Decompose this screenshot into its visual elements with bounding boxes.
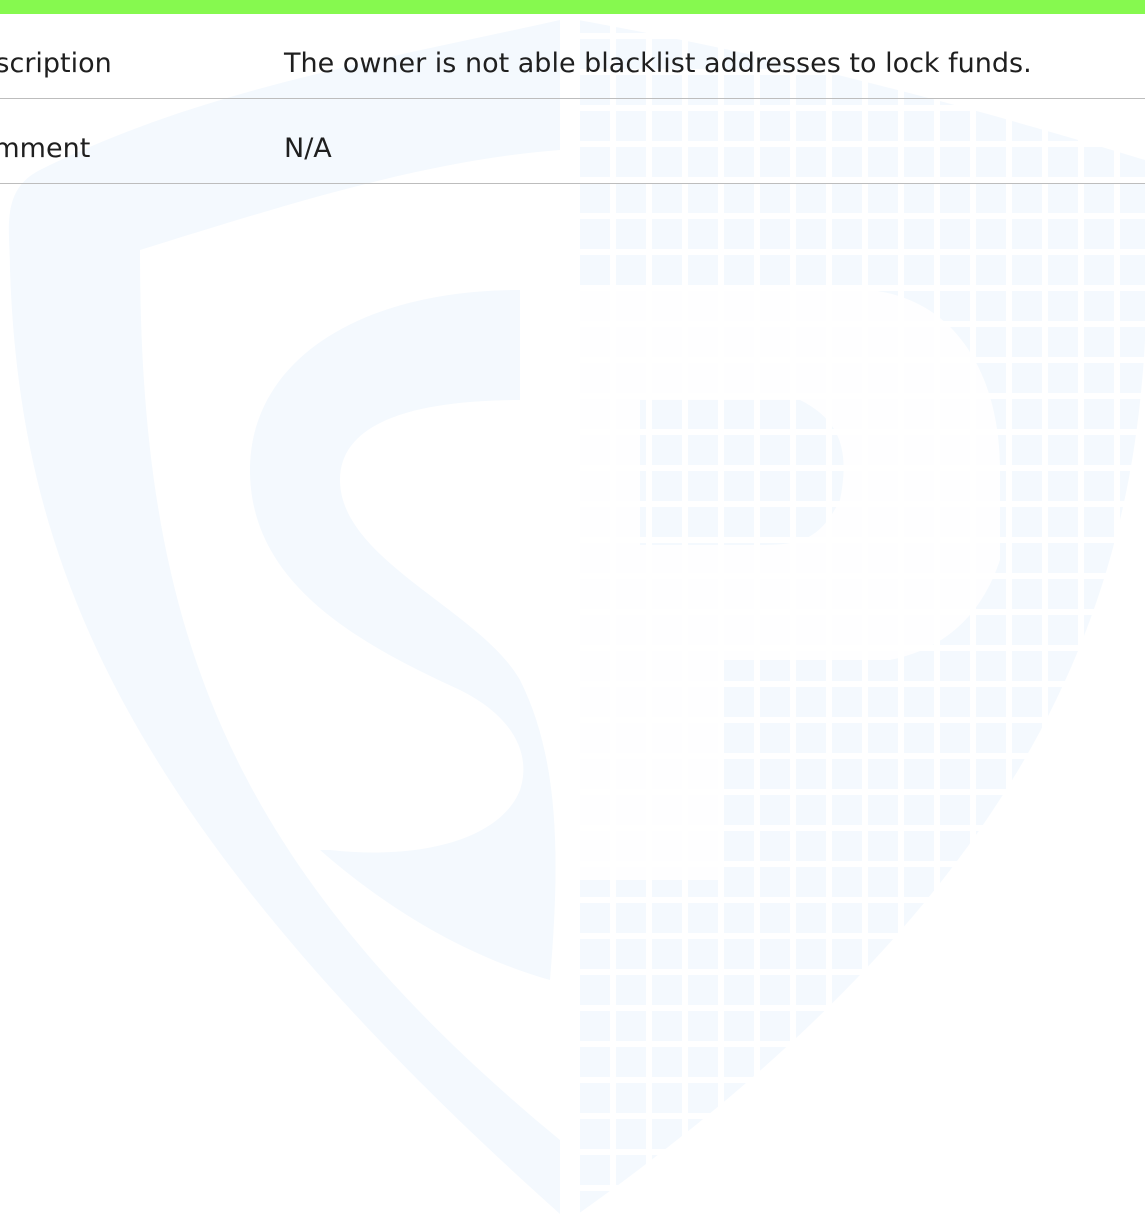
document-page: Description The owner is not able blackl… <box>0 0 1145 1214</box>
row-label: Comment <box>0 133 91 164</box>
row-value: N/A <box>284 133 332 164</box>
table-row-description: Description The owner is not able blackl… <box>0 14 1145 99</box>
row-value: The owner is not able blacklist addresse… <box>284 48 1032 79</box>
info-table: Description The owner is not able blackl… <box>0 14 1145 184</box>
table-row-comment: Comment N/A <box>0 99 1145 184</box>
row-label: Description <box>0 48 112 79</box>
